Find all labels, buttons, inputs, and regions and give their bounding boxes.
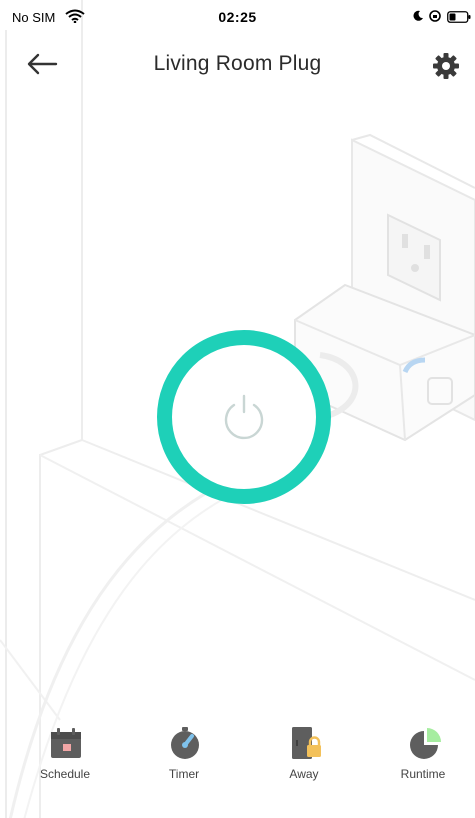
status-bar: No SIM 02:25 <box>0 0 475 34</box>
gear-icon <box>433 53 459 79</box>
pie-chart-icon <box>410 728 441 759</box>
clock-time: 02:25 <box>218 9 257 25</box>
door-lock-icon <box>292 727 321 759</box>
schedule-button[interactable]: Schedule <box>15 718 115 798</box>
away-label: Away <box>289 767 319 781</box>
settings-button[interactable] <box>428 48 464 84</box>
timer-label: Timer <box>168 767 200 781</box>
rotation-lock-icon <box>429 10 441 22</box>
feature-toolbar: Schedule Timer Away Runtime <box>0 718 475 798</box>
power-toggle-button[interactable] <box>157 330 331 504</box>
nav-header: Living Room Plug <box>0 34 475 94</box>
calendar-icon <box>51 728 81 758</box>
schedule-label: Schedule <box>39 767 91 781</box>
page-title: Living Room Plug <box>153 52 322 75</box>
away-button[interactable]: Away <box>254 718 354 798</box>
timer-button[interactable]: Timer <box>134 718 234 798</box>
battery-icon <box>447 11 471 23</box>
power-icon <box>224 394 264 440</box>
stopwatch-icon <box>171 727 199 759</box>
device-screen: No SIM 02:25 Living Room Plug Schedule T… <box>0 0 475 818</box>
runtime-label: Runtime <box>400 767 446 781</box>
moon-icon <box>413 10 423 21</box>
runtime-button[interactable]: Runtime <box>373 718 473 798</box>
